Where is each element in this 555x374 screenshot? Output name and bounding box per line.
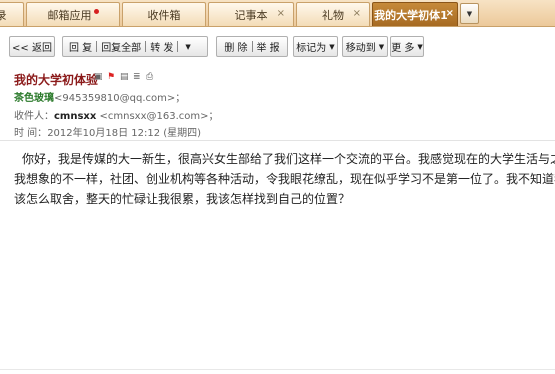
reply-button[interactable]: 回 复 bbox=[69, 39, 92, 54]
time-row: 时 间：2012年10月18日 12:12 (星期四) bbox=[14, 124, 201, 139]
chevron-down-icon: ▼ bbox=[417, 42, 423, 51]
time-label: 时 间： bbox=[14, 128, 48, 139]
mark-as-button[interactable]: 标记为 ▼ bbox=[293, 36, 338, 57]
mail-icon[interactable]: ▣ bbox=[94, 73, 103, 82]
footer-divider bbox=[0, 369, 555, 370]
sender-row: 茶色玻璃<945359810@qq.com>； bbox=[14, 89, 185, 104]
close-icon[interactable]: × bbox=[277, 8, 285, 19]
tab-gift[interactable]: 礼物 × bbox=[296, 2, 370, 26]
more-label: 更 多 bbox=[391, 43, 415, 54]
tab-notepad[interactable]: 记事本 × bbox=[208, 2, 294, 26]
report-button[interactable]: 举 报 bbox=[257, 39, 280, 54]
tab-label: 记事本 bbox=[234, 8, 268, 22]
forward-button[interactable]: 转 发 bbox=[150, 39, 173, 54]
tab-label: 礼物 bbox=[322, 8, 344, 22]
document-icon[interactable]: ▤ bbox=[120, 73, 129, 82]
chevron-down-icon: ▼ bbox=[378, 42, 385, 51]
notification-dot-icon bbox=[93, 9, 99, 14]
chevron-down-icon[interactable]: ▼ bbox=[185, 43, 190, 51]
tab-label: 收件箱 bbox=[147, 8, 181, 22]
message-body-text: 你好，我是传媒的大一新生，很高兴女生部给了我们这样一个交流的平台。我感觉现在的大… bbox=[14, 152, 555, 206]
message-body: 你好，我是传媒的大一新生，很高兴女生部给了我们这样一个交流的平台。我感觉现在的大… bbox=[14, 149, 555, 209]
recipient-label: 收件人： bbox=[14, 111, 54, 122]
tab-current-message[interactable]: 我的大学初体1 × bbox=[372, 2, 458, 26]
reply-all-button[interactable]: 回复全部 bbox=[101, 39, 141, 54]
message-action-icons: ▣ ⚑ ▤ ≣ ⎙ bbox=[94, 73, 155, 82]
tab-mailbox-apps[interactable]: 邮箱应用 bbox=[26, 2, 120, 26]
tab-bar: 录 邮箱应用 收件箱 记事本 × 礼物 × 我的大学初体1 × ▼ bbox=[0, 0, 555, 27]
recipient-row: 收件人：cmnsxx <cmnsxx@163.com>； bbox=[14, 107, 219, 122]
recipient-name[interactable]: cmnsxx bbox=[54, 111, 96, 122]
move-to-button[interactable]: 移动到 ▼ bbox=[342, 36, 388, 57]
list-icon[interactable]: ≣ bbox=[133, 73, 142, 82]
tab-inbox[interactable]: 收件箱 bbox=[122, 2, 206, 26]
delete-button[interactable]: 删 除 bbox=[224, 39, 247, 54]
toolbar: << 返回 回 复 回复全部 转 发 ▼ 删 除 举 报 标记为 ▼ 移动到 ▼… bbox=[0, 27, 555, 63]
divider bbox=[251, 41, 253, 52]
tab-login[interactable]: 录 bbox=[0, 2, 24, 26]
message-subject: 我的大学初体验 bbox=[14, 73, 99, 87]
header-divider bbox=[0, 140, 555, 141]
mark-as-label: 标记为 bbox=[296, 43, 327, 54]
chevron-down-icon: ▼ bbox=[466, 9, 473, 18]
chevron-down-icon: ▼ bbox=[329, 42, 335, 51]
reply-button-group: 回 复 回复全部 转 发 ▼ bbox=[62, 36, 208, 57]
flag-icon[interactable]: ⚑ bbox=[107, 73, 116, 82]
close-icon[interactable]: × bbox=[353, 8, 361, 19]
back-button-label: << 返回 bbox=[12, 43, 52, 54]
tab-menu-button[interactable]: ▼ bbox=[460, 3, 479, 24]
sender-email: <945359810@qq.com>； bbox=[54, 93, 186, 104]
sender-name[interactable]: 茶色玻璃 bbox=[14, 93, 54, 104]
time-value: 2012年10月18日 12:12 (星期四) bbox=[47, 128, 202, 139]
more-button[interactable]: 更 多 ▼ bbox=[390, 36, 424, 57]
move-to-label: 移动到 bbox=[345, 43, 376, 54]
divider bbox=[177, 41, 179, 52]
tab-label: 邮箱应用 bbox=[47, 8, 92, 22]
close-icon[interactable]: × bbox=[446, 8, 454, 19]
back-button[interactable]: << 返回 bbox=[9, 36, 55, 57]
divider bbox=[145, 41, 147, 52]
tab-label: 录 bbox=[0, 8, 7, 22]
print-icon[interactable]: ⎙ bbox=[146, 73, 155, 82]
divider bbox=[96, 41, 98, 52]
delete-report-group: 删 除 举 报 bbox=[216, 36, 288, 57]
recipient-email: <cmnsxx@163.com>； bbox=[99, 111, 219, 122]
tab-label: 我的大学初体1 bbox=[374, 8, 448, 22]
